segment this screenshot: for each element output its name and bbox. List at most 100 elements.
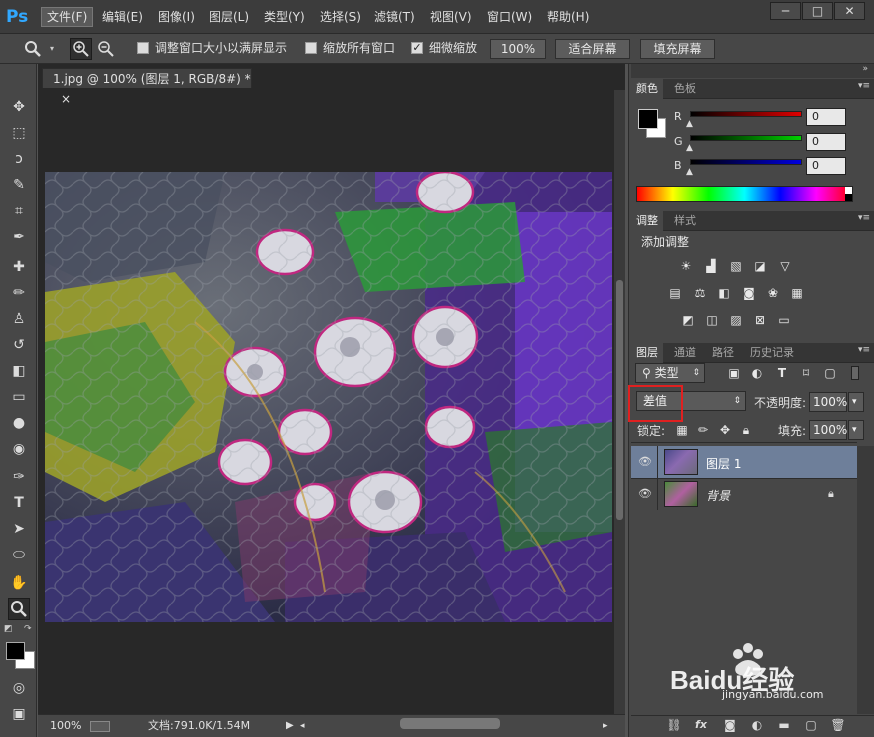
- fill-input[interactable]: 100%: [809, 420, 847, 440]
- color-lookup-icon[interactable]: ▦: [789, 286, 805, 300]
- scroll-left-icon[interactable]: ◂: [300, 715, 305, 737]
- status-info-icon[interactable]: [90, 721, 110, 732]
- delete-layer-icon[interactable]: 🗑︎: [830, 717, 846, 733]
- gradient-tool-icon[interactable]: ▭: [8, 386, 30, 408]
- black-white-icon[interactable]: ◧: [716, 286, 732, 300]
- channel-r-slider[interactable]: [690, 111, 802, 117]
- resize-windows-checkbox[interactable]: [137, 42, 149, 54]
- crop-tool-icon[interactable]: ⌗: [8, 200, 30, 222]
- tab-paths[interactable]: 路径: [707, 343, 739, 363]
- screen-mode-icon[interactable]: ▣: [8, 703, 30, 725]
- tab-styles[interactable]: 样式: [669, 211, 701, 231]
- channel-b-thumb-icon[interactable]: ▲: [686, 167, 693, 177]
- hand-tool-icon[interactable]: ✋: [8, 572, 30, 594]
- opacity-dropdown-icon[interactable]: ▾: [848, 392, 864, 412]
- swap-colors-icon[interactable]: ↷: [24, 624, 32, 634]
- restore-button[interactable]: □: [802, 2, 833, 20]
- lock-all-icon[interactable]: 🔒︎: [738, 423, 754, 437]
- quick-select-tool-icon[interactable]: ✎: [8, 174, 30, 196]
- channel-mixer-icon[interactable]: ❀: [765, 286, 781, 300]
- fill-dropdown-icon[interactable]: ▾: [848, 420, 864, 440]
- blur-tool-icon[interactable]: ●: [8, 412, 30, 434]
- filter-shape-icon[interactable]: ⌑: [798, 366, 814, 380]
- move-tool-icon[interactable]: ✥: [8, 96, 30, 118]
- levels-icon[interactable]: ▟: [703, 259, 719, 273]
- marquee-tool-icon[interactable]: ⬚: [8, 122, 30, 144]
- threshold-icon[interactable]: ▨: [728, 313, 744, 327]
- channel-g-slider[interactable]: [690, 135, 802, 141]
- filter-smart-object-icon[interactable]: ▢: [822, 366, 838, 380]
- new-group-icon[interactable]: ▬: [776, 717, 792, 733]
- channel-r-thumb-icon[interactable]: ▲: [686, 119, 693, 129]
- tool-preset-dropdown-icon[interactable]: ▾: [50, 44, 54, 53]
- lock-position-icon[interactable]: ✥: [717, 423, 733, 437]
- menu-filter[interactable]: 滤镜(T): [369, 7, 420, 27]
- path-selection-tool-icon[interactable]: ➤: [8, 518, 30, 540]
- brightness-contrast-icon[interactable]: ☀: [678, 259, 694, 273]
- zoom-tool-icon[interactable]: [24, 40, 42, 58]
- opacity-input[interactable]: 100%: [809, 392, 847, 412]
- hue-saturation-icon[interactable]: ▤: [667, 286, 683, 300]
- status-menu-arrow-icon[interactable]: ▶: [286, 715, 294, 737]
- panel-fg-swatch[interactable]: [638, 109, 658, 129]
- healing-brush-tool-icon[interactable]: ✚: [8, 256, 30, 278]
- adjust-panel-menu-icon[interactable]: ▾≡: [858, 213, 870, 223]
- document-tab-close-icon[interactable]: ×: [61, 92, 71, 106]
- channel-b-slider[interactable]: [690, 159, 802, 165]
- horizontal-scroll-thumb[interactable]: [400, 718, 500, 729]
- menu-type[interactable]: 类型(Y): [259, 7, 310, 27]
- color-panel-menu-icon[interactable]: ▾≡: [858, 81, 870, 91]
- new-layer-icon[interactable]: ▢: [803, 717, 819, 733]
- scrubby-zoom-checkbox[interactable]: ✓: [411, 42, 423, 54]
- tab-layers[interactable]: 图层: [631, 343, 663, 363]
- layer1-thumbnail[interactable]: [664, 449, 698, 475]
- type-tool-icon[interactable]: T: [8, 492, 30, 514]
- scroll-right-icon[interactable]: ▸: [603, 715, 608, 737]
- dodge-tool-icon[interactable]: ◉: [8, 438, 30, 460]
- exposure-icon[interactable]: ◪: [752, 259, 768, 273]
- tab-history[interactable]: 历史记录: [745, 343, 799, 363]
- lock-transparency-icon[interactable]: ▦: [674, 423, 690, 437]
- layer1-name[interactable]: 图层 1: [706, 455, 741, 472]
- filter-type-icon[interactable]: T: [774, 366, 790, 380]
- new-adjustment-layer-icon[interactable]: ◐: [749, 717, 765, 733]
- brush-tool-icon[interactable]: ✏: [8, 282, 30, 304]
- clone-stamp-tool-icon[interactable]: ♙: [8, 308, 30, 330]
- layer1-visibility-eye-icon[interactable]: 👁︎: [638, 456, 652, 468]
- color-balance-icon[interactable]: ⚖: [692, 286, 708, 300]
- zoom-out-button[interactable]: [96, 39, 116, 59]
- image-canvas[interactable]: [45, 172, 612, 622]
- spectrum-black-swatch[interactable]: [845, 194, 852, 201]
- background-layer-name[interactable]: 背景: [706, 487, 730, 504]
- tab-channels[interactable]: 通道: [669, 343, 701, 363]
- photo-filter-icon[interactable]: ◙: [741, 286, 757, 300]
- spectrum-white-swatch[interactable]: [845, 187, 852, 194]
- filter-adjustment-icon[interactable]: ◐: [749, 366, 765, 380]
- posterize-icon[interactable]: ◫: [704, 313, 720, 327]
- menu-layer[interactable]: 图层(L): [204, 7, 254, 27]
- foreground-color-swatch[interactable]: [6, 642, 25, 660]
- eraser-tool-icon[interactable]: ◧: [8, 360, 30, 382]
- pen-tool-icon[interactable]: ✑: [8, 466, 30, 488]
- menu-edit[interactable]: 编辑(E): [97, 7, 148, 27]
- channel-r-value[interactable]: 0: [806, 108, 846, 126]
- menu-help[interactable]: 帮助(H): [542, 7, 594, 27]
- color-spectrum-bar[interactable]: [636, 186, 853, 202]
- link-layers-icon[interactable]: ⛓: [666, 717, 682, 733]
- lasso-tool-icon[interactable]: ↄ: [8, 148, 30, 170]
- quick-mask-icon[interactable]: ◎: [8, 677, 30, 699]
- actual-pixels-button[interactable]: 100%: [490, 39, 546, 59]
- filter-toggle-switch[interactable]: [851, 366, 859, 380]
- layer-filter-select[interactable]: ⚲ 类型 ⇕: [635, 363, 705, 383]
- background-visibility-eye-icon[interactable]: 👁︎: [638, 488, 652, 500]
- zoom-level[interactable]: 100%: [50, 715, 81, 737]
- tab-color[interactable]: 颜色: [631, 79, 663, 99]
- vibrance-icon[interactable]: ▽: [777, 259, 793, 273]
- document-tab[interactable]: 1.jpg @ 100% (图层 1, RGB/8#) * ×: [42, 68, 252, 106]
- channel-b-value[interactable]: 0: [806, 157, 846, 175]
- menu-view[interactable]: 视图(V): [425, 7, 477, 27]
- zoom-tool-active-icon[interactable]: [8, 598, 30, 620]
- ellipse-tool-icon[interactable]: ⬭: [8, 544, 30, 566]
- gradient-map-icon[interactable]: ▭: [776, 313, 792, 327]
- add-mask-icon[interactable]: ◙: [722, 717, 738, 733]
